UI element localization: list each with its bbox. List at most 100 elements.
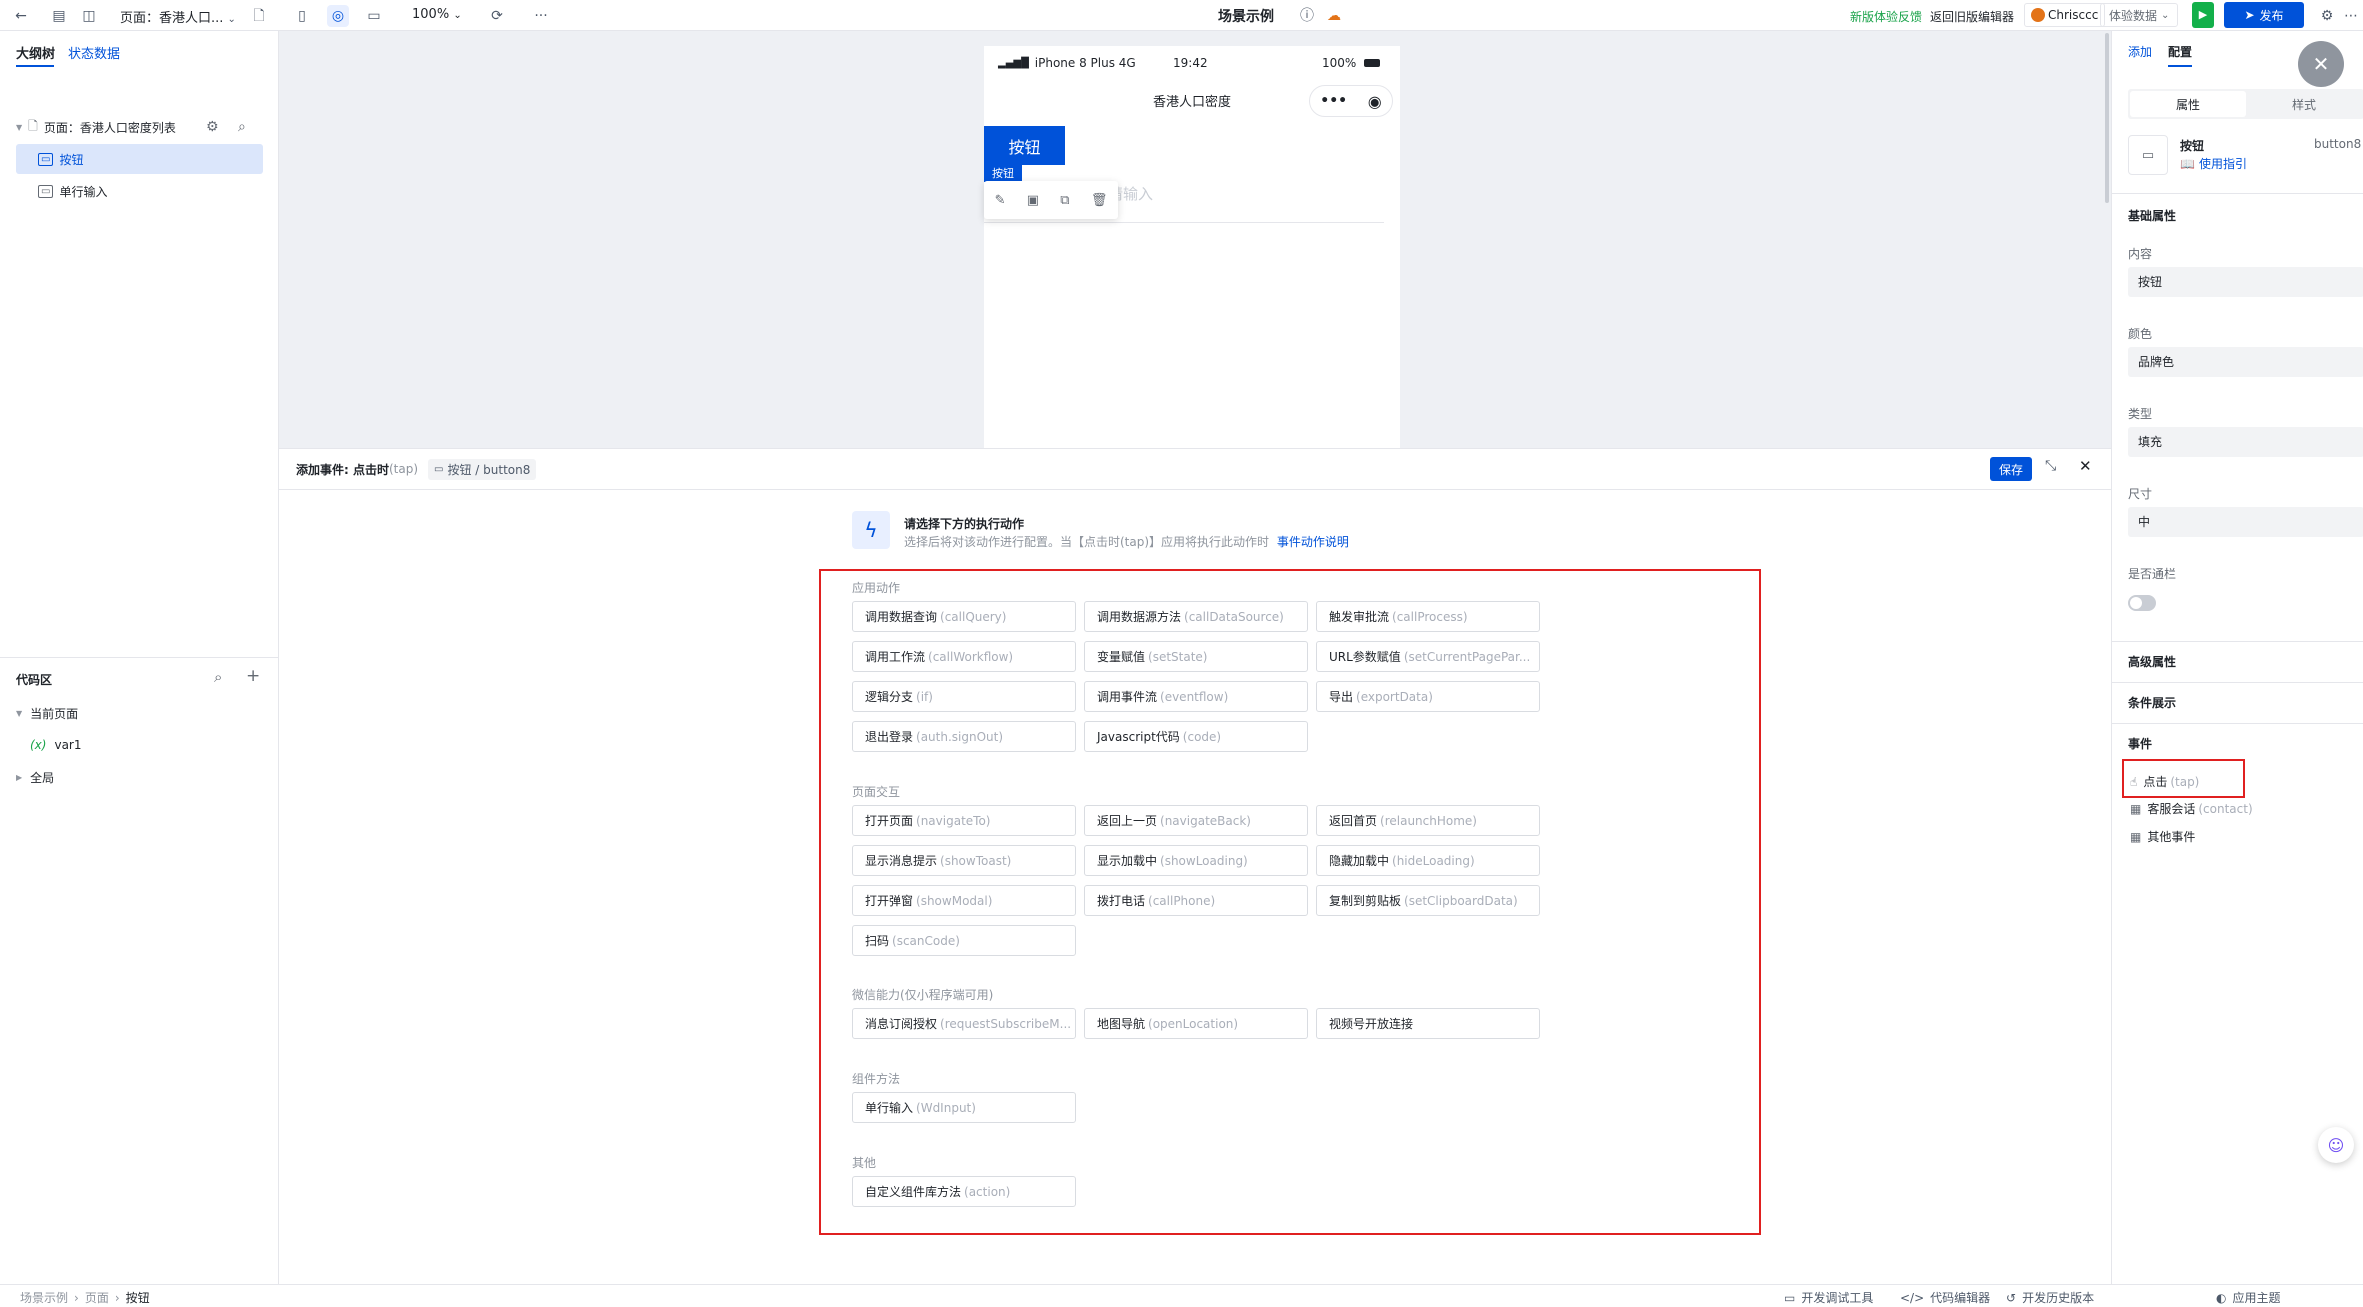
tab-state-data[interactable]: 状态数据: [68, 43, 120, 62]
action-option-button[interactable]: 调用事件流 (eventflow): [1084, 681, 1308, 712]
action-option-button[interactable]: 复制到剪贴板 (setClipboardData): [1316, 885, 1540, 916]
usage-guide-label: 使用指引: [2198, 157, 2247, 171]
event-item-tap[interactable]: ☝ 点击 (tap): [2130, 773, 2199, 790]
action-option-button[interactable]: 显示加载中 (showLoading): [1084, 845, 1308, 876]
page-select[interactable]: 页面：香港人口... ⌄: [120, 7, 236, 26]
save-icon[interactable]: ▣: [1027, 193, 1039, 208]
design-canvas[interactable]: ▂▄▆█ iPhone 8 Plus 4G 19:42 100% 香港人口密度 …: [279, 31, 2111, 448]
run-button[interactable]: ▶: [2192, 2, 2214, 28]
env-select[interactable]: 体验数据 ⌄: [2100, 3, 2179, 27]
search-icon[interactable]: ⌕: [238, 119, 246, 135]
action-option-button[interactable]: Javascript代码 (code): [1084, 721, 1308, 752]
action-option-button[interactable]: 调用数据源方法 (callDataSource): [1084, 601, 1308, 632]
event-item-contact[interactable]: ▦ 客服会话 (contact): [2130, 800, 2253, 817]
info-icon[interactable]: ⓘ: [1296, 5, 1318, 27]
save-button[interactable]: 保存: [1990, 457, 2032, 481]
close-circle-icon[interactable]: ◉: [1368, 92, 1382, 111]
action-option-button[interactable]: 隐藏加载中 (hideLoading): [1316, 845, 1540, 876]
app-theme-button[interactable]: ◐ 应用主题: [2216, 1289, 2281, 1306]
settings-icon[interactable]: ⚙: [2316, 5, 2338, 27]
edit-icon[interactable]: ✎: [995, 193, 1006, 208]
code-editor-button[interactable]: </> 代码编辑器: [1900, 1289, 1990, 1306]
more-vertical-icon[interactable]: ⋯: [2342, 5, 2360, 27]
action-option-button[interactable]: 变量赋值 (setState): [1084, 641, 1308, 672]
delete-icon[interactable]: 🗑: [1091, 193, 1108, 208]
more-icon[interactable]: ···: [530, 5, 552, 27]
seg-attributes[interactable]: 属性: [2130, 91, 2246, 117]
action-option-button[interactable]: 单行输入 (WdInput): [852, 1092, 1076, 1123]
close-icon[interactable]: ✕: [2079, 457, 2092, 475]
event-config-panel: 添加事件: 点击时 (tap) ▭ 按钮 / button8 保存 ⤡ ✕ ϟ …: [279, 448, 2111, 1284]
cloud-sync-icon[interactable]: ☁: [1323, 5, 1345, 27]
tab-config[interactable]: 配置: [2168, 43, 2192, 60]
usage-guide-link[interactable]: 📖 使用指引: [2180, 155, 2247, 172]
user-menu[interactable]: Chrisccc: [2024, 3, 2106, 27]
tab-outline[interactable]: 大纲树: [16, 43, 55, 62]
mobile-device-icon[interactable]: ▯: [291, 5, 313, 27]
action-option-button[interactable]: 返回上一页 (navigateBack): [1084, 805, 1308, 836]
action-option-button[interactable]: 返回首页 (relaunchHome): [1316, 805, 1540, 836]
debug-tools-button[interactable]: ▭ 开发调试工具: [1784, 1289, 1873, 1306]
condition-display-heading[interactable]: 条件展示: [2128, 694, 2176, 711]
copy-icon[interactable]: ⧉: [1060, 193, 1069, 208]
expand-icon[interactable]: ⤡: [2045, 458, 2056, 474]
content-input[interactable]: 按钮: [2128, 267, 2363, 297]
action-option-button[interactable]: 扫码 (scanCode): [852, 925, 1076, 956]
tree-node-page[interactable]: ▼ 🗋 页面：香港人口密度列表 ⚙ ⌕: [16, 112, 266, 142]
breadcrumb-item[interactable]: 按钮: [126, 1289, 150, 1306]
size-select[interactable]: 中: [2128, 507, 2363, 537]
layout-icon[interactable]: ◫: [78, 5, 100, 27]
event-action-doc-link[interactable]: 事件动作说明: [1277, 535, 1349, 549]
back-arrow-icon[interactable]: ←: [10, 5, 32, 27]
search-icon[interactable]: ⌕: [214, 668, 222, 686]
canvas-scrollbar[interactable]: [2105, 33, 2109, 203]
add-icon[interactable]: +: [246, 666, 260, 686]
desktop-device-icon[interactable]: ▭: [363, 5, 385, 27]
color-select[interactable]: 品牌色: [2128, 347, 2363, 377]
breadcrumb-item[interactable]: 场景示例: [20, 1289, 68, 1306]
document-icon[interactable]: ▤: [48, 5, 70, 27]
code-node-current-page[interactable]: ▼ 当前页面: [16, 698, 78, 728]
seg-style[interactable]: 样式: [2246, 91, 2362, 117]
compass-icon[interactable]: ◎: [327, 5, 349, 27]
action-option-button[interactable]: 退出登录 (auth.signOut): [852, 721, 1076, 752]
file-add-icon[interactable]: 🗋: [248, 5, 270, 27]
action-option-button[interactable]: 显示消息提示 (showToast): [852, 845, 1076, 876]
tree-node-button[interactable]: ▭ 按钮: [16, 144, 263, 174]
advanced-properties-heading[interactable]: 高级属性: [2128, 653, 2176, 670]
code-node-global[interactable]: ▶ 全局: [16, 762, 54, 792]
action-option-button[interactable]: 调用工作流 (callWorkflow): [852, 641, 1076, 672]
action-option-button[interactable]: 拨打电话 (callPhone): [1084, 885, 1308, 916]
action-option-button[interactable]: 触发审批流 (callProcess): [1316, 601, 1540, 632]
assistant-bot-button[interactable]: ☺: [2318, 1127, 2354, 1163]
seg-style-label: 样式: [2291, 97, 2316, 112]
breadcrumb-item[interactable]: 页面: [85, 1289, 109, 1306]
action-option-button[interactable]: 消息订阅授权 (requestSubscribeM...: [852, 1008, 1076, 1039]
code-node-var[interactable]: (x) var1: [30, 730, 82, 760]
event-item-other[interactable]: ▦ 其他事件: [2130, 828, 2195, 845]
tree-node-input[interactable]: ▭ 单行输入: [16, 176, 263, 206]
action-option-button[interactable]: 自定义组件库方法 (action): [852, 1176, 1076, 1207]
action-option-button[interactable]: 视频号开放连接: [1316, 1008, 1540, 1039]
publish-button[interactable]: ➤ 发布: [2224, 2, 2304, 28]
action-option-button[interactable]: 导出 (exportData): [1316, 681, 1540, 712]
zoom-select[interactable]: 100% ⌄: [412, 7, 462, 22]
action-option-button[interactable]: 调用数据查询 (callQuery): [852, 601, 1076, 632]
feedback-link[interactable]: 新版体验反馈: [1850, 8, 1922, 25]
type-select[interactable]: 填充: [2128, 427, 2363, 457]
action-option-button[interactable]: URL参数赋值 (setCurrentPagePar...: [1316, 641, 1540, 672]
more-icon[interactable]: •••: [1320, 93, 1347, 109]
action-option-button[interactable]: 打开页面 (navigateTo): [852, 805, 1076, 836]
refresh-icon[interactable]: ⟳: [486, 5, 508, 27]
full-width-toggle[interactable]: [2128, 595, 2156, 611]
history-button[interactable]: ↺ 开发历史版本: [2006, 1289, 2094, 1306]
preview-button[interactable]: 按钮: [984, 126, 1065, 165]
action-option-button[interactable]: 逻辑分支 (if): [852, 681, 1076, 712]
action-option-button[interactable]: 打开弹窗 (showModal): [852, 885, 1076, 916]
gear-icon[interactable]: ⚙: [206, 119, 219, 135]
back-old-editor-link[interactable]: 返回旧版编辑器: [1930, 8, 2014, 25]
close-overlay-button[interactable]: ✕: [2298, 41, 2344, 87]
mini-program-capsule[interactable]: ••• ◉: [1309, 85, 1393, 117]
tab-add[interactable]: 添加: [2128, 43, 2152, 60]
action-option-button[interactable]: 地图导航 (openLocation): [1084, 1008, 1308, 1039]
